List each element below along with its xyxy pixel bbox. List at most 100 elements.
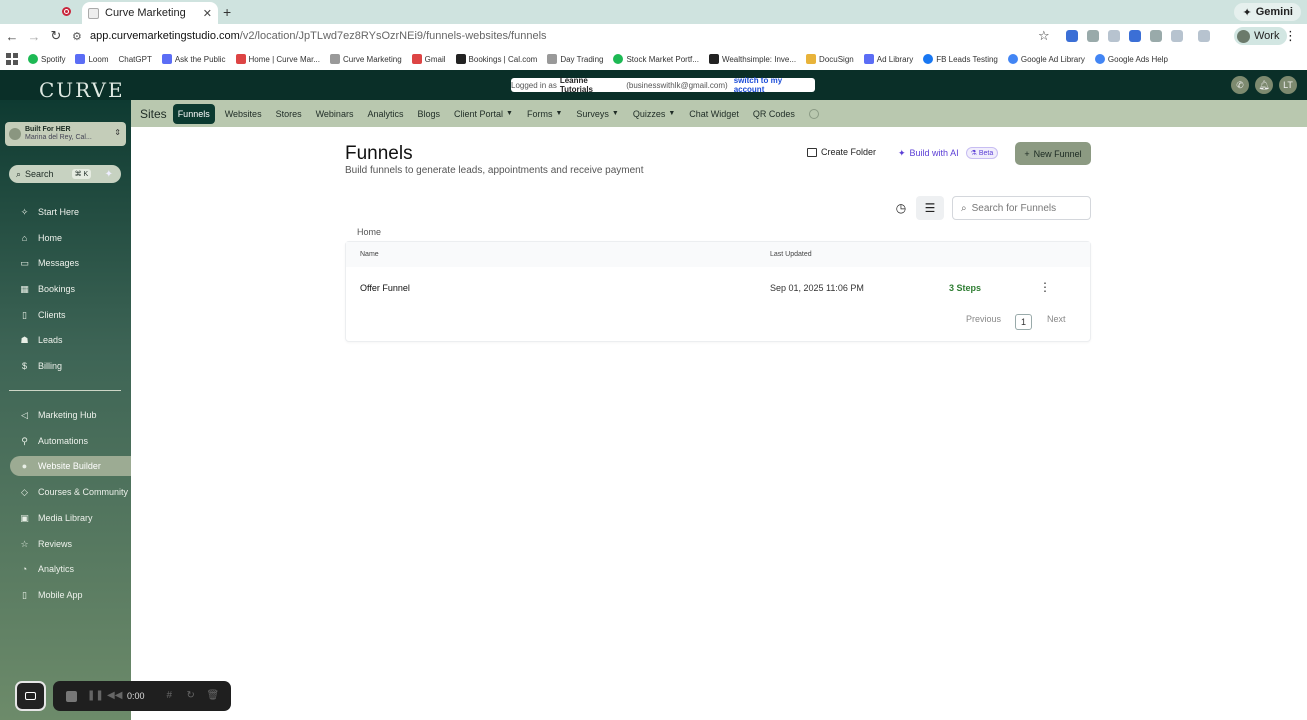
- sidebar-item-start-here[interactable]: ✧ Start Here: [10, 202, 131, 222]
- phone-icon[interactable]: ✆: [1231, 76, 1249, 94]
- sidebar-item-courses[interactable]: ◇ Courses & Community: [10, 482, 131, 502]
- tab-funnels[interactable]: Funnels: [172, 103, 215, 124]
- sidebar-item-marketing-hub[interactable]: ◁ Marketing Hub: [10, 405, 131, 425]
- more-vertical-icon[interactable]: ⋮: [1039, 280, 1051, 294]
- bookmark-item[interactable]: FB Leads Testing: [923, 54, 998, 64]
- bookmark-item[interactable]: Google Ads Help: [1094, 54, 1168, 64]
- funnel-steps[interactable]: 3 Steps: [949, 283, 981, 293]
- curve-logo[interactable]: CURVE: [39, 78, 125, 102]
- grid-icon[interactable]: #: [167, 691, 177, 701]
- bookmark-item[interactable]: Wealthsimple: Inve...: [708, 54, 796, 64]
- bookmark-item[interactable]: Curve Marketing: [329, 54, 402, 64]
- reload-icon[interactable]: ↻: [46, 28, 66, 44]
- list-view-button[interactable]: ☰: [916, 196, 944, 220]
- sidebar-item-media-library[interactable]: ▣ Media Library: [10, 508, 131, 528]
- sidebar-item-reviews[interactable]: ☆ Reviews: [10, 534, 131, 554]
- browser-tab[interactable]: Curve Marketing ✕: [82, 2, 218, 24]
- tab-stores[interactable]: Stores: [276, 109, 302, 119]
- sidebar-item-leads[interactable]: ☗ Leads: [10, 330, 131, 350]
- recent-view-button[interactable]: ◷: [887, 196, 915, 220]
- recording-icon[interactable]: [62, 7, 71, 16]
- account-switcher[interactable]: Built For HER Marina del Rey, Cal... ⇕: [5, 122, 126, 146]
- bookmark-item[interactable]: Stock Market Portf...: [613, 54, 699, 64]
- rewind-icon[interactable]: ◀◀: [107, 691, 122, 701]
- pause-icon[interactable]: ❚❚: [87, 691, 104, 701]
- stop-icon[interactable]: [66, 690, 77, 702]
- camera-icon[interactable]: [1150, 30, 1162, 42]
- sidebar-search[interactable]: ⌕ Search ⌘ K ✦: [9, 165, 121, 183]
- gemini-button[interactable]: ✦ Gemini: [1234, 3, 1301, 21]
- build-with-ai-button[interactable]: ✦ Build with AI ⚗ Beta: [898, 147, 999, 159]
- puzzle-icon[interactable]: [1171, 30, 1183, 42]
- funnel-search-box[interactable]: ⌕: [952, 196, 1091, 220]
- address-bar[interactable]: ⚙ app.curvemarketingstudio.com /v2/locat…: [72, 26, 1060, 46]
- extension-icon[interactable]: [1087, 30, 1099, 42]
- quick-action-icon[interactable]: ✦: [105, 169, 113, 180]
- trash-icon[interactable]: 🗑︎: [207, 691, 220, 701]
- tab-blogs[interactable]: Blogs: [417, 109, 440, 119]
- tab-chat-widget[interactable]: Chat Widget: [689, 109, 739, 119]
- restart-icon[interactable]: ↻: [187, 691, 197, 701]
- bookmark-item[interactable]: Day Trading: [547, 54, 603, 64]
- new-funnel-button[interactable]: + New Funnel: [1015, 142, 1091, 165]
- bell-icon[interactable]: 🔔︎: [1255, 76, 1273, 94]
- tab-webinars[interactable]: Webinars: [316, 109, 354, 119]
- switch-account-link[interactable]: switch to my account: [734, 76, 815, 94]
- pagination-previous[interactable]: Previous: [966, 314, 1001, 324]
- create-folder-button[interactable]: Create Folder: [807, 147, 876, 157]
- settings-icon[interactable]: [808, 108, 819, 119]
- bookmark-item[interactable]: Bookings | Cal.com: [455, 54, 537, 64]
- tab-analytics[interactable]: Analytics: [367, 109, 403, 119]
- funnel-name[interactable]: Offer Funnel: [360, 283, 410, 293]
- pagination-page[interactable]: 1: [1015, 314, 1032, 330]
- home-icon: ⌂: [21, 233, 28, 243]
- bookmark-item[interactable]: Gmail: [411, 54, 446, 64]
- sidebar-item-billing[interactable]: $ Billing: [10, 356, 131, 376]
- bookmark-item[interactable]: DocuSign: [806, 54, 854, 64]
- user-avatar[interactable]: LT: [1279, 76, 1297, 94]
- table-row[interactable]: Offer Funnel Sep 01, 2025 11:06 PM 3 Ste…: [346, 267, 1090, 305]
- extension-icon[interactable]: [1066, 30, 1078, 42]
- tab-qr-codes[interactable]: QR Codes: [753, 109, 795, 119]
- sidepanel-icon[interactable]: [1198, 30, 1210, 42]
- bookmark-item[interactable]: Ask the Public: [161, 54, 226, 64]
- sidebar-item-bookings[interactable]: ▦ Bookings: [10, 279, 131, 299]
- tab-forms[interactable]: Forms ▼: [527, 109, 562, 119]
- sidebar-item-clients[interactable]: ▯ Clients: [10, 305, 131, 325]
- sidebar-item-analytics[interactable]: ◔ Analytics: [10, 559, 131, 579]
- extension-icon[interactable]: [1108, 30, 1120, 42]
- sidebar-item-mobile-app[interactable]: ▯ Mobile App: [10, 585, 131, 605]
- bookmark-star-icon[interactable]: ☆: [1038, 28, 1050, 44]
- back-icon[interactable]: ←: [2, 29, 22, 44]
- tab-client-portal[interactable]: Client Portal ▼: [454, 109, 513, 119]
- apps-grid-icon[interactable]: [6, 53, 18, 65]
- column-header-name[interactable]: Name: [360, 251, 379, 258]
- new-tab-button[interactable]: +: [223, 4, 231, 20]
- bookmark-item[interactable]: Google Ad Library: [1007, 54, 1085, 64]
- profile-button[interactable]: Work: [1234, 27, 1288, 45]
- site-settings-icon[interactable]: ⚙: [72, 30, 86, 43]
- tab-surveys[interactable]: Surveys ▼: [576, 109, 618, 119]
- tab-websites[interactable]: Websites: [225, 109, 262, 119]
- tab-quizzes[interactable]: Quizzes ▼: [633, 109, 675, 119]
- extension-icon[interactable]: [1129, 30, 1141, 42]
- forward-icon[interactable]: →: [24, 29, 44, 44]
- column-header-updated[interactable]: Last Updated: [770, 251, 812, 258]
- pagination-next[interactable]: Next: [1047, 314, 1066, 324]
- sidebar-item-automations[interactable]: ⚲ Automations: [10, 431, 131, 451]
- bookmark-item[interactable]: Ad Library: [863, 54, 913, 64]
- close-tab-icon[interactable]: ✕: [203, 7, 212, 20]
- funnel-search-input[interactable]: [971, 202, 1082, 214]
- sidebar-item-messages[interactable]: ▭ Messages: [10, 253, 131, 273]
- browser-menu-icon[interactable]: ⋮: [1284, 28, 1297, 44]
- curve-icon: [329, 54, 340, 64]
- bookmark-item[interactable]: Home | Curve Mar...: [235, 54, 320, 64]
- sidebar-item-website-builder[interactable]: ● Website Builder: [10, 456, 131, 476]
- chat-icon: ▭: [20, 257, 29, 268]
- sidebar-item-home[interactable]: ⌂ Home: [10, 228, 131, 248]
- bookmark-item[interactable]: Loom: [75, 54, 108, 64]
- breadcrumb[interactable]: Home: [357, 227, 381, 237]
- camera-toggle-button[interactable]: [15, 681, 46, 711]
- bookmark-item[interactable]: ChatGPT: [118, 55, 151, 64]
- bookmark-item[interactable]: Spotify: [28, 54, 65, 64]
